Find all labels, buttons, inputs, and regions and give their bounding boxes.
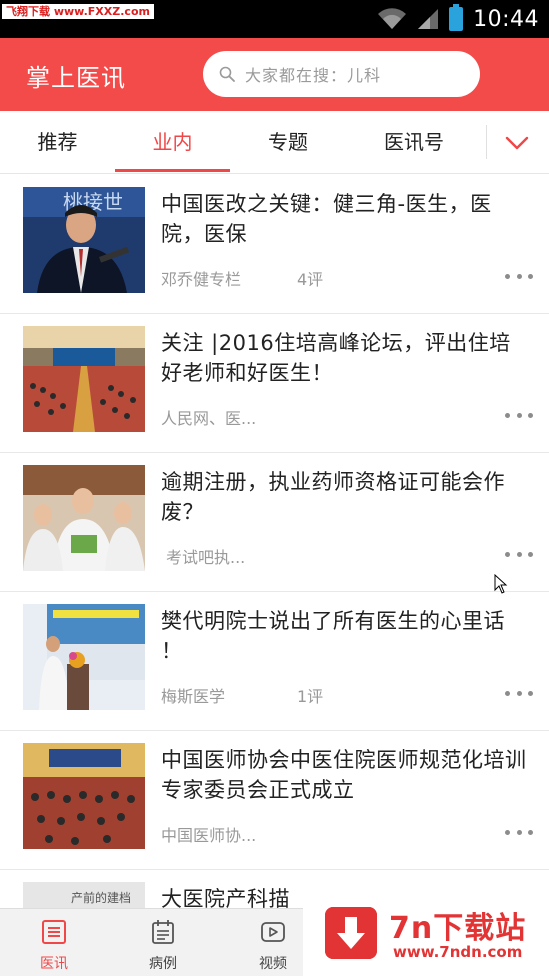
news-list-icon — [42, 920, 66, 944]
nav-label: 病例 — [149, 956, 177, 972]
watermark-top: 飞翔下载 www.FXXZ.com — [2, 4, 154, 19]
active-tab-indicator — [115, 169, 230, 172]
article-source: 人民网、医... — [161, 409, 257, 428]
nav-cases[interactable]: 病例 — [123, 909, 203, 976]
battery-icon — [449, 4, 464, 31]
article-comment-count: 1评 — [297, 687, 324, 706]
tab-divider — [486, 125, 487, 159]
wifi-icon — [378, 8, 407, 29]
status-bar: 飞翔下载 www.FXXZ.com 10:44 — [0, 0, 549, 38]
article-title: 逾期注册，执业药师资格证可能会作废？ — [161, 470, 505, 524]
search-icon — [219, 66, 235, 82]
article-title: 樊代明院士说出了所有医生的心里话 ！ — [161, 609, 505, 663]
watermark-bottom: 7n下载站 www.7ndn.com — [303, 877, 549, 976]
article-comment-count: 4评 — [297, 270, 324, 289]
watermark-brand: 7n下载站 — [389, 911, 527, 946]
list-item[interactable]: 中国医师协会中医住院医师规范化培训专家委员会正式成立 中国医师协... — [0, 731, 549, 870]
signal-icon — [418, 9, 439, 29]
more-options-icon[interactable] — [505, 549, 533, 559]
article-thumbnail — [23, 604, 145, 710]
list-item[interactable]: 桃接世 中国医改之关键：健三角-医生，医院，医保 邓乔健专栏 4评 — [0, 175, 549, 314]
tab-topics[interactable]: 专题 — [230, 111, 346, 173]
app-header: 掌上医讯 大家都在搜：儿科 — [0, 38, 549, 111]
status-icons: 10:44 — [377, 0, 539, 38]
more-options-icon[interactable] — [505, 410, 533, 420]
app-title: 掌上医讯 — [26, 64, 126, 92]
list-item[interactable]: 逾期注册，执业药师资格证可能会作废？ 考试吧执... — [0, 453, 549, 592]
more-options-icon[interactable] — [505, 271, 533, 281]
article-title: 中国医改之关键：健三角-医生，医院，医保 — [161, 192, 492, 246]
chevron-down-icon[interactable] — [500, 129, 534, 157]
article-thumbnail — [23, 326, 145, 432]
tab-recommend[interactable]: 推荐 — [0, 111, 115, 173]
search-bar[interactable]: 大家都在搜：儿科 — [203, 51, 480, 97]
search-placeholder: 大家都在搜：儿科 — [245, 66, 382, 85]
more-options-icon[interactable] — [505, 688, 533, 698]
article-thumbnail — [23, 743, 145, 849]
article-title: 中国医师协会中医住院医师规范化培训专家委员会正式成立 — [161, 748, 527, 802]
article-source: 邓乔健专栏 — [161, 270, 242, 289]
nav-label: 医讯 — [40, 956, 68, 972]
more-options-icon[interactable] — [505, 827, 533, 837]
tab-industry[interactable]: 业内 — [115, 111, 230, 173]
article-source: 梅斯医学 — [161, 687, 226, 706]
watermark-url: www.7ndn.com — [393, 943, 523, 961]
calendar-icon — [152, 920, 174, 944]
article-source: 考试吧执... — [166, 548, 246, 567]
tab-media-accounts[interactable]: 医讯号 — [346, 111, 482, 173]
nav-label: 视频 — [259, 956, 287, 972]
list-item[interactable]: 关注 |2016住培高峰论坛，评出住培好老师和好医生！ 人民网、医... — [0, 314, 549, 453]
article-source: 中国医师协... — [161, 826, 257, 845]
nav-video[interactable]: 视频 — [233, 909, 313, 976]
clock: 10:44 — [473, 6, 539, 32]
article-title: 关注 |2016住培高峰论坛，评出住培好老师和好医生！ — [161, 331, 511, 385]
download-arrow-icon — [325, 907, 377, 959]
list-item[interactable]: 樊代明院士说出了所有医生的心里话 ！ 梅斯医学 1评 — [0, 592, 549, 731]
article-thumbnail: 桃接世 — [23, 187, 145, 293]
thumbnail-backdrop-text: 产前的建档 — [71, 890, 131, 905]
play-icon — [261, 922, 285, 942]
category-tabs: 推荐 业内 专题 医讯号 — [0, 111, 549, 174]
nav-news[interactable]: 医讯 — [14, 909, 94, 976]
mouse-cursor-icon — [494, 574, 508, 594]
article-thumbnail — [23, 465, 145, 571]
